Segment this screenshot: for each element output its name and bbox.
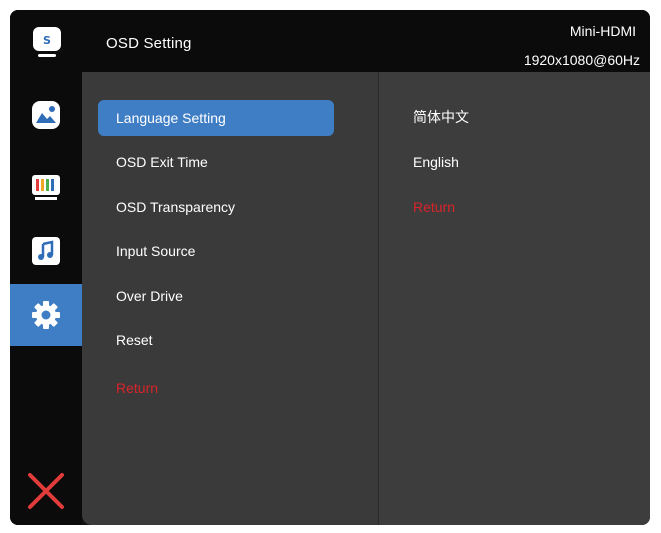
osd-title: OSD Setting	[106, 35, 192, 52]
osd-header: S OSD Setting Mini-HDMI 1920x1080@60Hz	[10, 10, 650, 72]
option-english[interactable]: English	[413, 147, 459, 177]
sidebar-item-picture[interactable]	[10, 84, 82, 146]
sidebar-item-settings[interactable]	[10, 284, 82, 346]
menu-item-osd-transparency[interactable]: OSD Transparency	[98, 189, 334, 225]
menu-item-osd-exit-time[interactable]: OSD Exit Time	[98, 144, 334, 180]
input-source-label: Mini-HDMI	[569, 23, 636, 39]
menu-item-language-setting[interactable]: Language Setting	[98, 100, 334, 136]
settings-menu: Language Setting OSD Exit Time OSD Trans…	[82, 72, 378, 525]
menu-item-input-source[interactable]: Input Source	[98, 233, 334, 269]
sidebar	[10, 72, 82, 525]
s-badge-icon: S	[33, 27, 61, 57]
gear-icon	[32, 301, 60, 329]
sidebar-item-exit[interactable]	[10, 460, 82, 522]
menu-item-over-drive[interactable]: Over Drive	[98, 278, 334, 314]
picture-icon	[32, 101, 60, 129]
resolution-label: 1920x1080@60Hz	[523, 52, 640, 68]
osd-window: S OSD Setting Mini-HDMI 1920x1080@60Hz L…	[10, 10, 650, 525]
option-simplified-chinese[interactable]: 简体中文	[413, 102, 469, 132]
color-bars-icon	[32, 175, 60, 200]
menu-item-return[interactable]: Return	[98, 370, 334, 406]
svg-text:S: S	[43, 34, 51, 47]
sidebar-item-audio[interactable]	[10, 220, 82, 282]
sidebar-item-color[interactable]	[10, 156, 82, 218]
menu-item-reset[interactable]: Reset	[98, 322, 334, 358]
close-icon	[28, 473, 64, 509]
option-return[interactable]: Return	[413, 192, 455, 222]
language-options: 简体中文 English Return	[378, 72, 650, 525]
music-note-icon	[32, 237, 60, 265]
